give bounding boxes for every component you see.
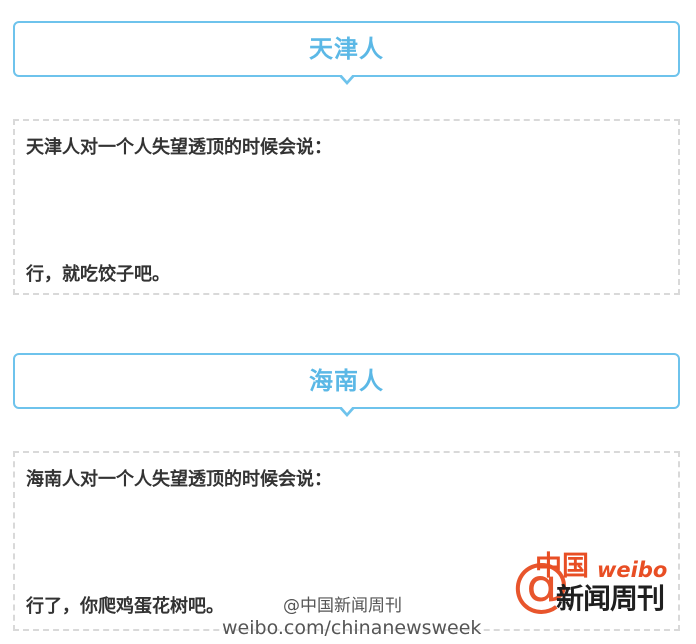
intro-text: 天津人对一个人失望透顶的时候会说： — [26, 137, 332, 158]
section-header-hainan: 海南人 — [13, 353, 680, 417]
answer-text: 行了，你爬鸡蛋花树吧。 — [26, 596, 224, 617]
header-pointer — [337, 405, 356, 417]
section-title: 海南人 — [309, 367, 384, 395]
intro-text: 海南人对一个人失望透顶的时候会说： — [26, 469, 332, 490]
section-header-tianjin: 天津人 — [13, 21, 680, 85]
watermark-logo-top: 中国 — [535, 551, 589, 582]
watermark-logo-brand: 新闻周刊 — [556, 582, 665, 615]
header-pointer — [337, 73, 356, 85]
answer-text: 行，就吃饺子吧。 — [26, 264, 170, 285]
section-title: 天津人 — [309, 35, 384, 63]
watermark-url: weibo.com/chinanewsweek — [222, 617, 482, 639]
watermark-logo-weibo: weibo — [597, 558, 668, 582]
watermark-handle: @中国新闻周刊 — [283, 596, 402, 616]
content-box-tianjin: 天津人对一个人失望透顶的时候会说： 行，就吃饺子吧。 — [13, 119, 680, 295]
